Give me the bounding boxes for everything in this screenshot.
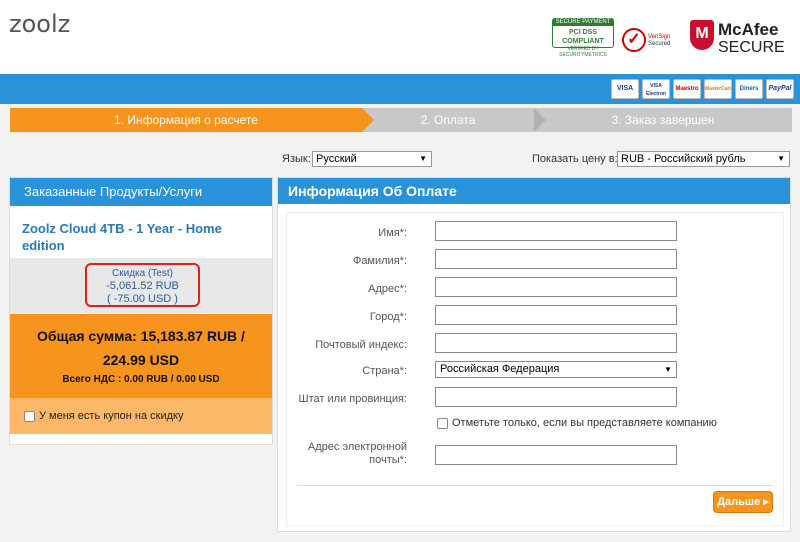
mcafee-secure-badge: M McAfee SECURE [690,20,790,60]
product-name: Zoolz Cloud 4TB - 1 Year - Home edition [22,221,222,253]
billing-info-panel: Информация Об Оплате Имя*: Фамилия*: Адр… [277,177,791,532]
diners-card-icon: Diners [735,79,763,99]
next-button[interactable]: Дальше ▸ [713,491,773,513]
company-check-row[interactable]: Отметьте только, если вы представляете к… [437,417,717,429]
address-label: Адрес*: [368,283,407,295]
order-summary-panel: Заказанные Продукты/Услуги Zoolz Cloud 4… [9,177,273,445]
company-check-label: Отметьте только, если вы представляете к… [452,417,717,429]
language-select[interactable]: Русский ▼ [312,151,432,167]
maestro-card-icon: Maestro [673,79,701,99]
step-billing-info: 1. Информация о расчете [10,108,374,132]
vat-total: Всего НДС : 0.00 RUB / 0.00 USD [62,374,220,385]
visa-card-icon: VISA [611,79,639,99]
verisign-check-icon: ✓ [622,28,646,52]
mcafee-shield-icon: M [690,20,714,50]
verisign-text: VeriSign [648,34,671,40]
last-name-label: Фамилия*: [352,255,407,267]
discount-usd: ( -75.00 USD ) [107,293,178,305]
step-order-complete: 3. Заказ завершен [534,108,792,132]
verisign-secured-text: Secured [648,41,671,47]
step-payment: 2. Оплата [362,108,546,132]
verisign-badge: ✓ VeriSign Secured [622,24,680,58]
email-label: Адрес электронной почты*: [308,441,407,467]
chevron-down-icon: ▼ [777,154,785,163]
language-label: Язык: [282,153,311,165]
checkout-steps: 1. Информация о расчете 2. Оплата 3. Зак… [10,108,792,132]
chevron-down-icon: ▼ [664,365,672,374]
total-line-2: 224.99 USD [102,352,180,368]
coupon-label: У меня есть купон на скидку [39,410,184,422]
currency-select[interactable]: RUB - Российский рубль ▼ [617,151,790,167]
city-input[interactable] [435,305,677,325]
city-label: Город*: [369,311,407,323]
state-label: Штат или провинция: [298,393,407,405]
top-blue-bar: VISA VISA Electron Maestro MasterCard Di… [0,74,800,104]
discount-box: Скидка (Test) -5,061.52 RUB ( -75.00 USD… [85,263,200,307]
billing-heading: Информация Об Оплате [278,178,790,204]
billing-form: Имя*: Фамилия*: Адрес*: Город*: Почтовый… [286,212,784,526]
address-input[interactable] [435,277,677,297]
mcafee-text: McAfee [718,20,779,39]
paypal-card-icon: PayPal [766,79,794,99]
currency-value: RUB - Российский рубль [621,153,746,165]
country-value: Российская Федерация [440,363,560,375]
currency-label: Показать цену в: [532,153,618,165]
country-select[interactable]: Российская Федерация ▼ [435,361,677,378]
first-name-input[interactable] [435,221,677,241]
pci-dss-badge: SECURE PAYMENT PCI DSS COMPLIANT VERIFIE… [552,18,614,58]
order-summary-heading: Заказанные Продукты/Услуги [10,178,272,206]
form-divider [297,485,773,486]
total-area: Общая сумма: 15,183.87 RUB / 224.99 USD … [10,314,272,398]
chevron-down-icon: ▼ [419,154,427,163]
state-input[interactable] [435,387,677,407]
zoolz-logo[interactable]: zoolz [9,10,70,38]
zip-input[interactable] [435,333,677,353]
header: zoolz SECURE PAYMENT PCI DSS COMPLIANT V… [0,0,800,74]
last-name-input[interactable] [435,249,677,269]
total-line-1: Общая сумма: 15,183.87 RUB / [37,328,245,344]
payment-cards: VISA VISA Electron Maestro MasterCard Di… [611,79,794,99]
company-checkbox[interactable] [437,417,448,429]
language-value: Русский [316,153,357,165]
coupon-checkbox[interactable] [24,410,35,422]
visa-electron-card-icon: VISA Electron [642,79,670,99]
country-label: Страна*: [362,365,407,377]
mastercard-card-icon: MasterCard [704,79,732,99]
total-amount: Общая сумма: 15,183.87 RUB / 224.99 USD [10,314,272,372]
zip-label: Почтовый индекс: [315,339,407,351]
email-label-line-1: Адрес электронной [307,441,407,453]
discount-rub: -5,061.52 RUB [106,280,179,292]
email-input[interactable] [435,445,677,465]
discount-label: Скидка (Test) [112,268,173,279]
visa-electron-label: VISA Electron [645,83,666,97]
first-name-label: Имя*: [378,227,407,239]
discount-area: Скидка (Test) -5,061.52 RUB ( -75.00 USD… [10,258,272,314]
pci-badge-top: SECURE PAYMENT [553,19,613,26]
pci-badge-mid: PCI DSS COMPLIANT [562,29,604,45]
coupon-toggle[interactable]: У меня есть купон на скидку [10,398,272,434]
pci-badge-bot: VERIFIED BY SECURITYMETRICS [559,46,607,58]
email-label-line-2: почты*: [369,454,407,466]
mcafee-secure-text: SECURE [718,39,785,56]
